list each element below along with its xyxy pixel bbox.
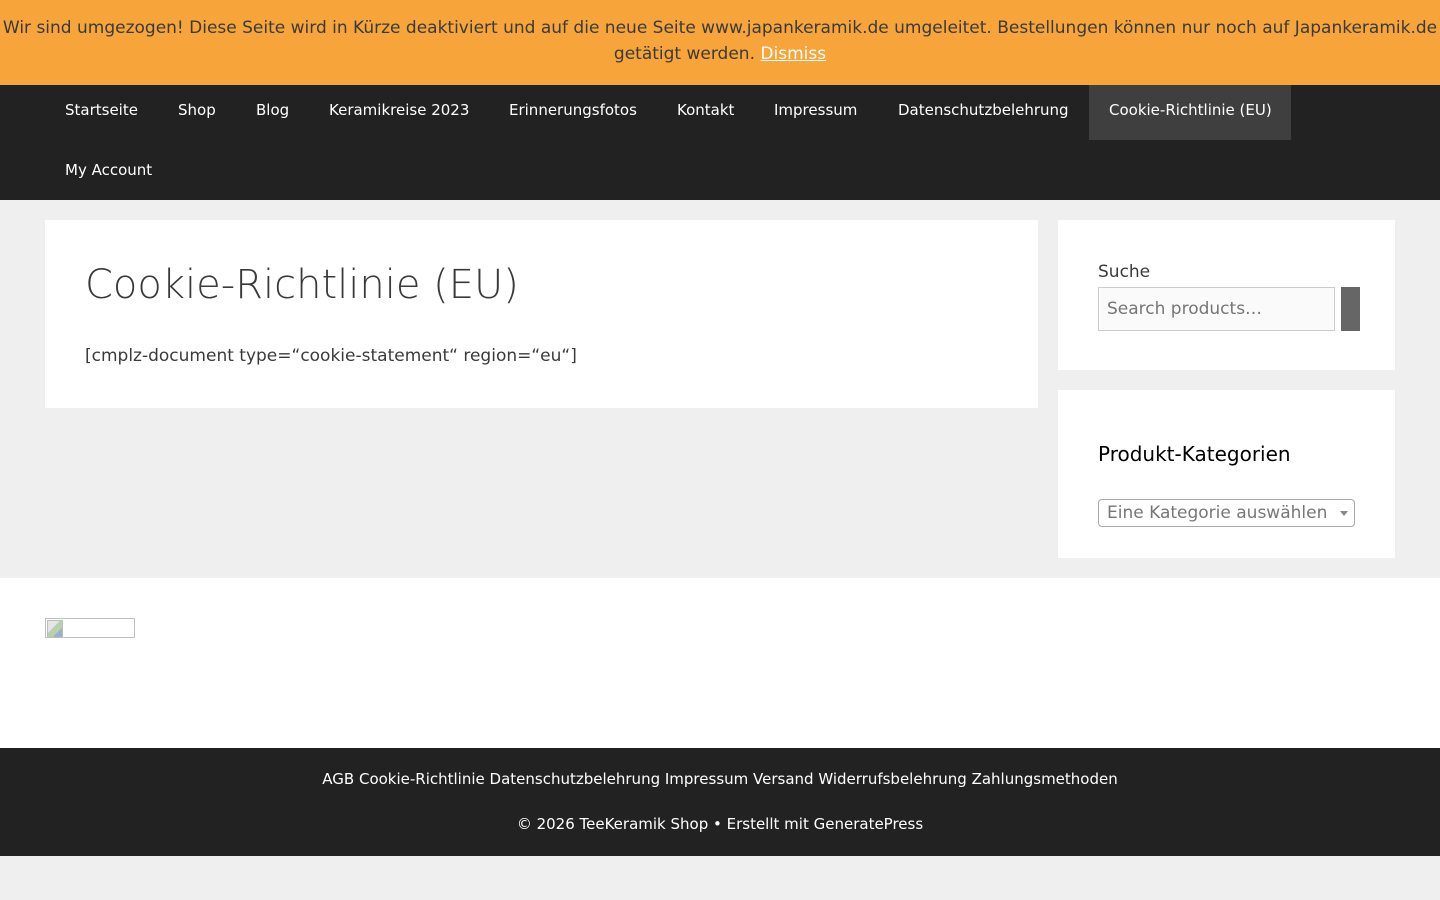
nav-item-kontakt[interactable]: Kontakt xyxy=(657,85,754,140)
broken-image-icon xyxy=(45,618,135,638)
generatepress-link[interactable]: GeneratePress xyxy=(814,815,924,833)
nav-item-datenschutz[interactable]: Datenschutzbelehrung xyxy=(878,85,1089,140)
search-input[interactable] xyxy=(1098,287,1335,331)
notice-message: Wir sind umgezogen! Diese Seite wird in … xyxy=(2,18,1438,64)
nav-item-startseite[interactable]: Startseite xyxy=(45,85,158,140)
nav-item-keramikreise[interactable]: Keramikreise 2023 xyxy=(309,85,489,140)
footer-link-widerruf[interactable]: Widerrufsbelehrung xyxy=(818,770,966,788)
site-footer: AGB Cookie-Richtlinie Datenschutzbelehru… xyxy=(0,748,1440,856)
main-navigation: Startseite Shop Blog Keramikreise 2023 E… xyxy=(0,85,1440,200)
page-body-text: [cmplz-document type=“cookie-statement“ … xyxy=(85,346,577,366)
footer-link-datenschutz[interactable]: Datenschutzbelehrung xyxy=(490,770,661,788)
search-widget: Suche xyxy=(1058,220,1395,370)
nav-item-erinnerungsfotos[interactable]: Erinnerungsfotos xyxy=(489,85,657,140)
content-card: Cookie-Richtlinie (EU) [cmplz-document t… xyxy=(45,220,1038,408)
nav-item-shop[interactable]: Shop xyxy=(158,85,236,140)
footer-link-agb[interactable]: AGB xyxy=(322,770,354,788)
notice-banner: Wir sind umgezogen! Diese Seite wird in … xyxy=(0,0,1440,85)
nav-item-impressum[interactable]: Impressum xyxy=(754,85,877,140)
copyright-text: © 2026 TeeKeramik Shop • Erstellt mit xyxy=(516,815,809,833)
dismiss-link[interactable]: Dismiss xyxy=(760,44,826,64)
nav-item-my-account[interactable]: My Account xyxy=(45,145,172,200)
search-label: Suche xyxy=(1098,262,1151,282)
footer-link-versand[interactable]: Versand xyxy=(753,770,814,788)
page-title: Cookie-Richtlinie (EU) xyxy=(85,262,519,308)
search-button[interactable] xyxy=(1341,287,1360,331)
footer-widget-area xyxy=(0,578,1440,748)
footer-link-impressum[interactable]: Impressum xyxy=(665,770,748,788)
chevron-down-icon xyxy=(1340,511,1348,516)
footer-copyright: © 2026 TeeKeramik Shop • Erstellt mit Ge… xyxy=(0,814,1440,834)
categories-title: Produkt-Kategorien xyxy=(1098,442,1291,466)
nav-item-cookie-richtlinie[interactable]: Cookie-Richtlinie (EU) xyxy=(1089,85,1291,140)
category-select[interactable]: Eine Kategorie auswählen xyxy=(1098,499,1355,527)
search-row xyxy=(1098,287,1360,331)
footer-links: AGB Cookie-Richtlinie Datenschutzbelehru… xyxy=(0,748,1440,789)
nav-item-blog[interactable]: Blog xyxy=(236,85,309,140)
category-select-value: Eine Kategorie auswählen xyxy=(1107,503,1328,523)
categories-widget: Produkt-Kategorien Eine Kategorie auswäh… xyxy=(1058,390,1395,558)
footer-link-zahlung[interactable]: Zahlungsmethoden xyxy=(972,770,1118,788)
footer-link-cookie[interactable]: Cookie-Richtlinie xyxy=(359,770,485,788)
